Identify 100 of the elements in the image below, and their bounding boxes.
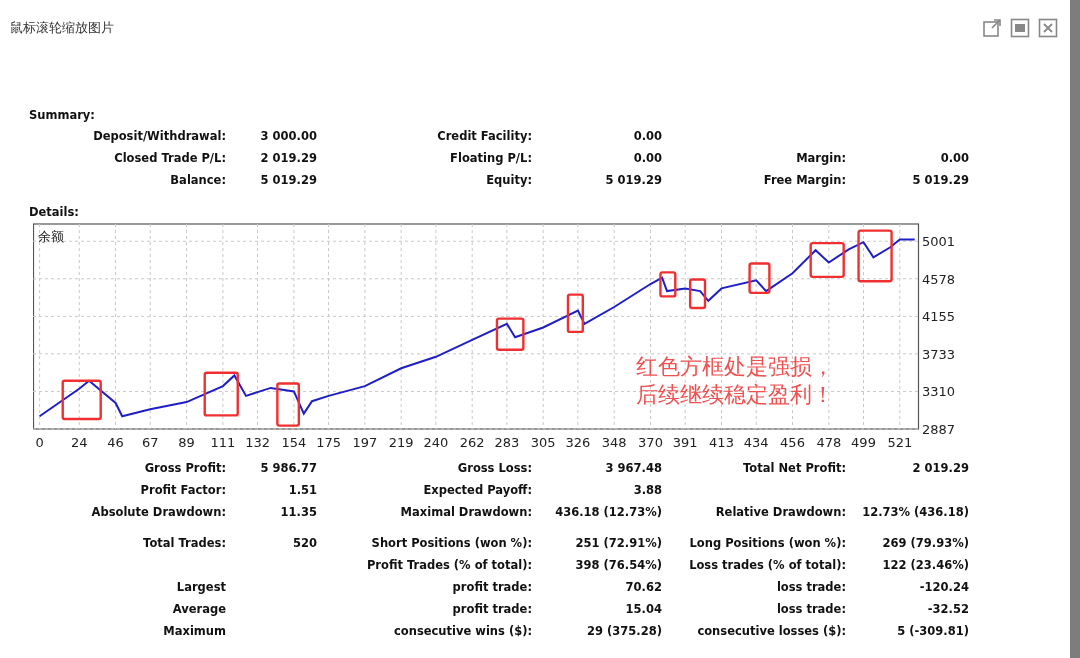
stat-label: Deposit/Withdrawal: bbox=[92, 128, 226, 146]
stat-value: 2 019.29 bbox=[259, 150, 317, 168]
stat-label: Long Positions (won %): bbox=[688, 535, 846, 553]
annotation-text: 后续继续稳定盈利！ bbox=[636, 382, 834, 407]
tick-label: 391 bbox=[672, 435, 698, 450]
stat-value: -120.24 bbox=[918, 579, 969, 597]
tick-label: 24 bbox=[70, 435, 88, 450]
highlight-box bbox=[276, 382, 301, 427]
external-link-icon[interactable] bbox=[982, 18, 1002, 38]
stat-value: 520 bbox=[292, 535, 317, 553]
highlight-box bbox=[61, 379, 102, 421]
stat-value: 12.73% (436.18) bbox=[861, 504, 969, 522]
stat-value: 5 019.29 bbox=[911, 172, 969, 190]
stat-value: 5 (-309.81) bbox=[896, 623, 969, 641]
stat-label: Maximal Drawdown: bbox=[399, 504, 532, 522]
maximize-icon[interactable] bbox=[1010, 18, 1030, 38]
tick-label: 2887 bbox=[922, 422, 956, 437]
stat-label: Free Margin: bbox=[762, 172, 846, 190]
tick-label: 46 bbox=[107, 435, 124, 450]
stat-label: Total Trades: bbox=[142, 535, 226, 553]
highlight-box bbox=[857, 229, 893, 283]
stat-label: loss trade: bbox=[775, 601, 846, 619]
stat-label: loss trade: bbox=[775, 579, 846, 597]
tick-label: 3310 bbox=[922, 384, 956, 400]
stat-value: 5 019.29 bbox=[259, 172, 317, 190]
stat-value: 0.00 bbox=[632, 150, 662, 168]
tick-label: 370 bbox=[638, 435, 663, 450]
tick-label: 154 bbox=[281, 435, 307, 450]
tick-label: 89 bbox=[178, 435, 195, 450]
tick-label: 478 bbox=[816, 435, 842, 450]
stat-label: Gross Profit: bbox=[143, 460, 226, 478]
highlight-box bbox=[203, 371, 239, 417]
annotation-text: 红色方框处是强损， bbox=[636, 354, 834, 379]
stat-value: 0.00 bbox=[939, 150, 969, 168]
tick-label: 499 bbox=[851, 435, 876, 450]
tick-label: 456 bbox=[780, 435, 805, 450]
stat-label: Profit Trades (% of total): bbox=[365, 557, 532, 575]
stat-value: 5 986.77 bbox=[259, 460, 317, 478]
highlight-box bbox=[748, 262, 771, 295]
tick-label: 283 bbox=[494, 435, 520, 450]
stat-label: Floating P/L: bbox=[449, 150, 532, 168]
stat-label: Closed Trade P/L: bbox=[113, 150, 226, 168]
stat-label: Total Net Profit: bbox=[742, 460, 846, 478]
tick-label: 434 bbox=[743, 435, 769, 450]
stat-value: 11.35 bbox=[279, 504, 317, 522]
tick-label: 175 bbox=[316, 435, 341, 450]
stat-value: 3.88 bbox=[632, 482, 662, 500]
stat-value: 2 019.29 bbox=[911, 460, 969, 478]
tick-label: 111 bbox=[210, 435, 236, 450]
tick-label: 219 bbox=[388, 435, 414, 450]
tick-label: 240 bbox=[423, 435, 449, 450]
tick-label: 305 bbox=[530, 435, 556, 450]
stat-label: Loss trades (% of total): bbox=[688, 557, 846, 575]
stat-label: Balance: bbox=[169, 172, 226, 190]
tick-label: 413 bbox=[709, 435, 734, 450]
tick-label: 197 bbox=[352, 435, 378, 450]
stat-value: 269 (79.93%) bbox=[881, 535, 969, 553]
stat-label: consecutive wins ($): bbox=[393, 623, 532, 641]
tick-label: 67 bbox=[141, 435, 159, 450]
stat-label: Short Positions (won %): bbox=[370, 535, 532, 553]
stat-value: 5 019.29 bbox=[604, 172, 662, 190]
section-heading: Details: bbox=[29, 205, 79, 219]
stat-value: 3 000.00 bbox=[259, 128, 317, 146]
stat-value: 70.62 bbox=[624, 579, 662, 597]
stat-label: Credit Facility: bbox=[436, 128, 532, 146]
stat-value: 398 (76.54%) bbox=[574, 557, 662, 575]
stat-label: Average bbox=[171, 601, 226, 619]
highlight-box bbox=[659, 271, 677, 298]
stat-label: Equity: bbox=[485, 172, 532, 190]
stat-label: Margin: bbox=[795, 150, 846, 168]
legend-label: 余额 bbox=[38, 229, 64, 244]
tick-label: 132 bbox=[245, 435, 270, 450]
stat-value: 436.18 (12.73%) bbox=[554, 504, 662, 522]
stat-label: profit trade: bbox=[451, 601, 532, 619]
tick-label: 3733 bbox=[922, 346, 956, 362]
stat-value: 122 (23.46%) bbox=[881, 557, 969, 575]
tick-label: 326 bbox=[565, 435, 591, 450]
close-icon[interactable] bbox=[1038, 18, 1058, 38]
tick-label: 348 bbox=[601, 435, 627, 450]
tick-label: 262 bbox=[459, 435, 485, 450]
highlight-box bbox=[566, 293, 585, 334]
section-heading: Summary: bbox=[29, 108, 95, 122]
stat-value: 1.51 bbox=[287, 482, 317, 500]
tick-label: 5001 bbox=[922, 234, 956, 250]
stat-value: 15.04 bbox=[624, 601, 662, 619]
stat-label: Expected Payoff: bbox=[422, 482, 532, 500]
stat-label: Gross Loss: bbox=[456, 460, 532, 478]
highlight-box bbox=[495, 317, 525, 351]
stat-label: Profit Factor: bbox=[139, 482, 226, 500]
stat-value: -32.52 bbox=[926, 601, 969, 619]
stat-label: Maximum bbox=[162, 623, 226, 641]
tick-label: 4155 bbox=[922, 309, 956, 325]
window-title: 鼠标滚轮缩放图片 bbox=[10, 19, 114, 38]
stat-label: Absolute Drawdown: bbox=[90, 504, 226, 522]
highlight-box bbox=[809, 241, 845, 279]
highlight-box bbox=[688, 278, 707, 310]
stat-value: 251 (72.91%) bbox=[574, 535, 662, 553]
tick-label: 4578 bbox=[922, 271, 956, 287]
stat-label: Relative Drawdown: bbox=[714, 504, 846, 522]
stat-value: 29 (375.28) bbox=[586, 623, 662, 641]
